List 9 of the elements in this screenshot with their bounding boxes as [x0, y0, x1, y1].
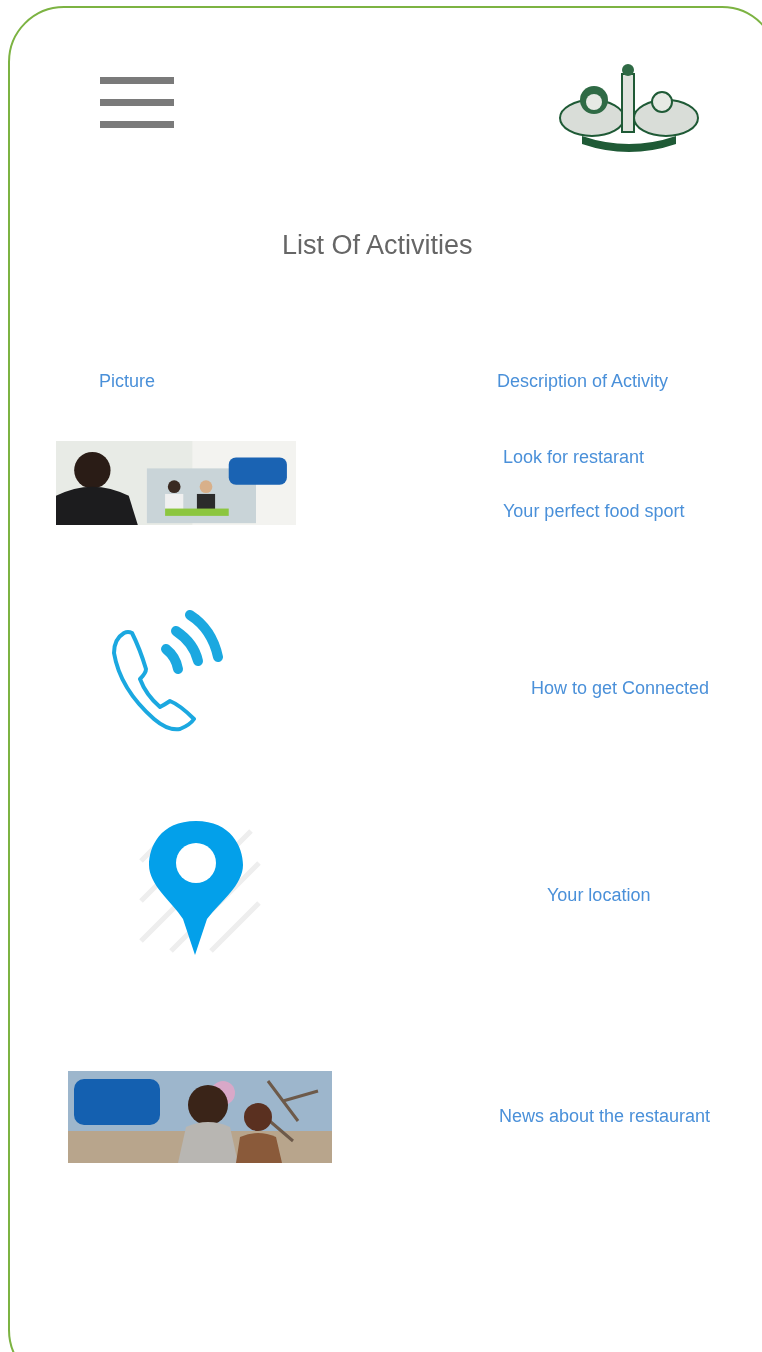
activity-description[interactable]: Look for restarant: [503, 447, 762, 468]
column-header: Description of Activity: [497, 371, 669, 391]
activity-description[interactable]: Your perfect food sport: [503, 501, 762, 522]
menu-icon[interactable]: [100, 77, 174, 129]
activity-description[interactable]: Your location: [547, 885, 762, 906]
activity-description[interactable]: How to get Connected: [531, 678, 762, 699]
activity-description[interactable]: News about the restaurant: [499, 1106, 762, 1127]
page-title: List Of Activities: [282, 230, 473, 261]
column-header: Picture: [99, 371, 156, 391]
